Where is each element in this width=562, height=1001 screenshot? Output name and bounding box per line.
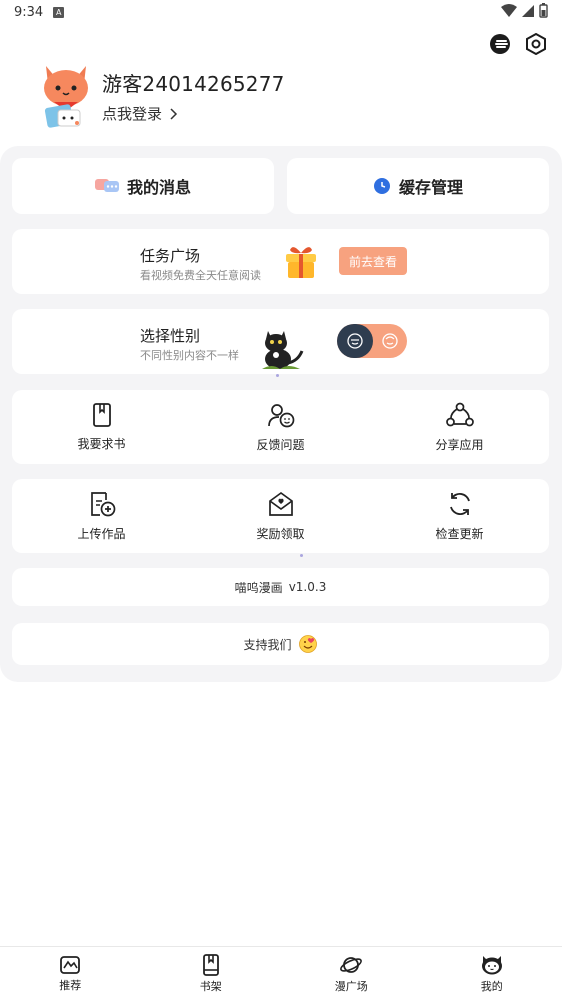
menu-panel: 我的消息 缓存管理 任务广场 看视频免费全天任意阅读 前去查看 选择性别 不同性… [0, 146, 562, 682]
cache-label: 缓存管理 [398, 178, 463, 197]
book-icon [92, 402, 111, 427]
gender-toggle-male[interactable] [337, 324, 373, 358]
upload-label: 上传作品 [77, 526, 126, 541]
update-item[interactable]: 检查更新 [370, 479, 549, 553]
wifi-icon [501, 3, 517, 17]
tab-recommend-label: 推荐 [59, 979, 82, 992]
planet-icon [340, 957, 363, 973]
tab-bookshelf[interactable]: 书架 [141, 947, 282, 1001]
status-bar: 9:34 A [0, 0, 562, 24]
gender-card[interactable]: 选择性别 不同性别内容不一样 [12, 309, 549, 374]
gender-subtitle: 不同性别内容不一样 [140, 349, 239, 362]
support-label: 支持我们 [243, 637, 292, 652]
gender-toggle-female[interactable] [381, 332, 399, 354]
decor-dot [276, 374, 279, 377]
chat-bubbles-icon [94, 179, 119, 192]
messages-card[interactable]: 我的消息 [12, 158, 274, 214]
heart-smile-icon [298, 635, 317, 653]
app-name: 喵呜漫画 [234, 580, 283, 595]
username: 游客24014265277 [102, 72, 285, 96]
upload-icon [90, 491, 115, 516]
feedback-label: 反馈问题 [256, 437, 305, 452]
black-cat-icon [262, 331, 304, 369]
login-link[interactable]: 点我登录 [102, 103, 285, 124]
settings-icon [526, 33, 546, 55]
reward-item[interactable]: 奖励领取 [191, 479, 370, 553]
tab-plaza-label: 漫广场 [334, 980, 368, 993]
signal-icon [522, 4, 534, 17]
task-subtitle: 看视频免费全天任意阅读 [140, 269, 261, 282]
user-theme-icon [490, 34, 510, 54]
task-card[interactable]: 任务广场 看视频免费全天任意阅读 前去查看 [12, 229, 549, 294]
cache-card[interactable]: 缓存管理 [287, 158, 549, 214]
cat-avatar-icon [44, 66, 88, 128]
refresh-icon [449, 492, 470, 515]
tab-mine-label: 我的 [480, 980, 503, 993]
feedback-icon [267, 403, 294, 427]
task-view-button[interactable]: 前去查看 [339, 247, 407, 275]
login-label: 点我登录 [102, 105, 163, 123]
male-face-icon [347, 333, 363, 349]
theme-button[interactable] [488, 32, 512, 56]
reward-label: 奖励领取 [256, 526, 305, 541]
app-version: v1.0.3 [288, 580, 327, 594]
tab-plaza[interactable]: 漫广场 [281, 947, 422, 1001]
cat-face-icon [481, 956, 502, 975]
battery-icon [539, 3, 548, 18]
tab-bookshelf-label: 书架 [199, 980, 222, 993]
notification-a-icon: A [53, 6, 65, 18]
recommend-icon [60, 956, 81, 974]
bookshelf-icon [202, 954, 219, 976]
task-title: 任务广场 [140, 247, 201, 265]
tab-recommend[interactable]: 推荐 [0, 947, 141, 1001]
status-indicators [501, 3, 548, 18]
share-icon [445, 402, 474, 426]
reward-icon [268, 491, 293, 516]
update-label: 检查更新 [435, 526, 484, 541]
gender-toggle[interactable] [337, 324, 407, 358]
chevron-right-icon [170, 107, 178, 120]
bottom-tab-bar: 推荐 书架 漫广场 我的 [0, 946, 562, 1001]
feature-grid-1: 我要求书 反馈问题 分享应用 [12, 390, 549, 464]
version-card: 喵呜漫画 v1.0.3 [12, 568, 549, 606]
profile-text: 游客24014265277 点我登录 [102, 68, 285, 124]
female-face-icon [382, 333, 398, 349]
gender-title: 选择性别 [140, 327, 201, 345]
request-book-item[interactable]: 我要求书 [12, 390, 191, 464]
feedback-item[interactable]: 反馈问题 [191, 390, 370, 464]
request-book-label: 我要求书 [77, 436, 126, 451]
support-card[interactable]: 支持我们 [12, 623, 549, 665]
decor-dot [300, 554, 303, 557]
header-actions [488, 32, 548, 56]
share-label: 分享应用 [435, 437, 484, 452]
gift-icon [286, 247, 316, 278]
status-time: 9:34 [14, 4, 44, 20]
avatar[interactable] [40, 62, 92, 130]
profile-header[interactable]: 游客24014265277 点我登录 [40, 62, 285, 130]
messages-label: 我的消息 [126, 178, 191, 197]
upload-item[interactable]: 上传作品 [12, 479, 191, 553]
settings-button[interactable] [524, 32, 548, 56]
clock-icon [373, 178, 390, 194]
feature-grid-2: 上传作品 奖励领取 检查更新 [12, 479, 549, 553]
tab-mine[interactable]: 我的 [422, 947, 562, 1001]
share-item[interactable]: 分享应用 [370, 390, 549, 464]
